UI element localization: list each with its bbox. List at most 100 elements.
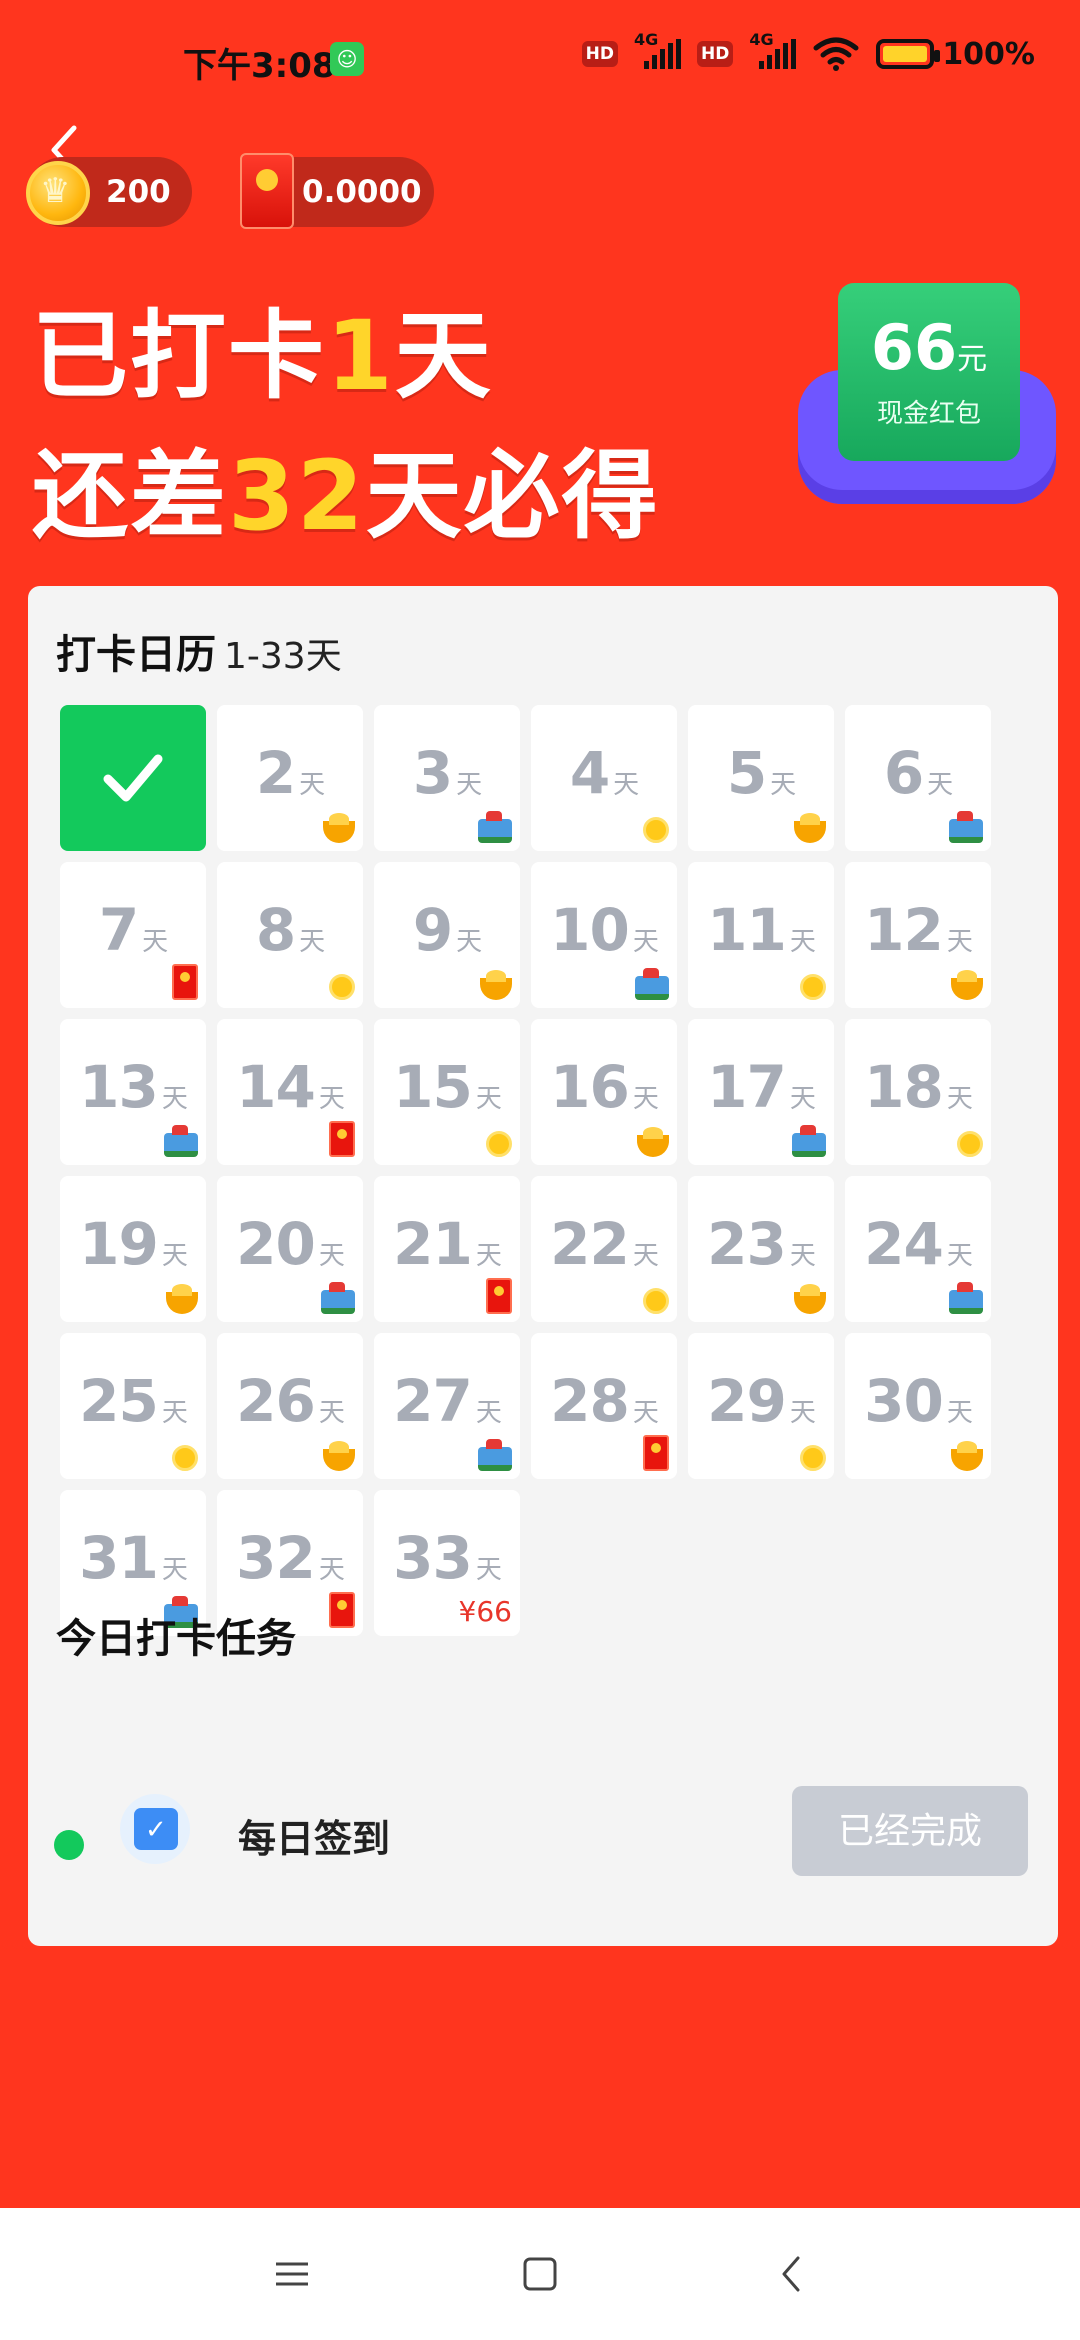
calendar-day-cell: 14 天 [217,1019,363,1165]
wifi-icon [813,37,859,71]
cash-reward-label: ¥66 [458,1595,512,1628]
home-icon[interactable] [510,2248,570,2300]
gold-coin-icon [800,1445,826,1471]
hd-badge: HD [696,41,734,67]
calendar-day-number: 20 天 [236,1210,345,1278]
calendar-day-number: 15 天 [393,1053,502,1121]
checkin-panel: 打卡日历 1-33天 2 天 3 天 4 天 5 天 6 天 7 天 8 天 9 天 10 天 11 天 12 天 13 天 14… [28,586,1058,1946]
coin-balance[interactable]: 200 [26,157,192,227]
calendar-day-cell: 4天 [531,705,677,851]
calendar-day-number: 5天 [726,739,796,807]
red-envelope-icon [643,1435,669,1471]
calendar-day-number: 4天 [569,739,639,807]
calendar-day-number: 19 天 [79,1210,188,1278]
calendar-day-number: 25 天 [79,1367,188,1435]
calendar-day-cell: 19 天 [60,1176,206,1322]
calendar-day-number: 18 天 [864,1053,973,1121]
status-bar: 下午3:08 ☺ HD 4G HD 4G 100% [0,0,1080,120]
gold-ingot-icon [951,970,983,1000]
remaining-days-headline: 还差32天必得 [32,440,660,552]
calendar-day-number: 7天 [98,896,168,964]
task-complete-button[interactable]: 已经完成 [792,1786,1028,1876]
calendar-day-number: 11 天 [707,896,816,964]
app-notification-icon: ☺ [330,42,364,76]
gold-coin-icon [643,1288,669,1314]
network-type: 4G [749,30,774,49]
treasure-icon [164,1125,198,1157]
network-type: 4G [633,30,659,49]
check-icon [103,754,163,802]
remaining-days: 32 [228,440,366,552]
gold-coin-icon [329,974,355,1000]
signal-icon: 4G [634,30,681,69]
calendar-day-cell: 8天 [217,862,363,1008]
status-time: 下午3:08 [183,46,336,86]
calendar-day-cell: 23 天 [688,1176,834,1322]
calendar-day-cell: 18 天 [845,1019,991,1165]
gold-coin-icon [957,1131,983,1157]
calendar-day-number: 6天 [883,739,953,807]
treasure-icon [949,1282,983,1314]
calendar-day-number: 23 天 [707,1210,816,1278]
gold-coin-icon [486,1131,512,1157]
calendar-day-number: 9天 [412,896,482,964]
status-indicators: HD 4G HD 4G 100% [581,30,1035,72]
gold-ingot-icon [480,970,512,1000]
calendar-day-number: 26 天 [236,1367,345,1435]
calendar-check-icon [120,1794,190,1864]
calendar-day-cell: 21 天 [374,1176,520,1322]
gold-ingot-icon [794,813,826,843]
calendar-day-number: 31 天 [79,1524,188,1592]
calendar-day-cell: 33 天 ¥66 [374,1490,520,1636]
calendar-day-number: 14 天 [236,1053,345,1121]
calendar-day-cell: 13 天 [60,1019,206,1165]
task-section-title: 今日打卡任务 [56,1616,296,1662]
calendar-day-cell: 30 天 [845,1333,991,1479]
cash-balance[interactable]: 0.0000 [240,153,434,229]
calendar-day-number: 22 天 [550,1210,659,1278]
red-envelope-icon [172,964,198,1000]
calendar-day-cell: 20 天 [217,1176,363,1322]
treasure-icon [949,811,983,843]
calendar-day-number: 16 天 [550,1053,659,1121]
calendar-day-number: 28 天 [550,1367,659,1435]
calendar-day-number: 32 天 [236,1524,345,1592]
calendar-day-number: 33 天 [393,1524,502,1592]
calendar-day-number: 29 天 [707,1367,816,1435]
calendar-day-cell: 29 天 [688,1333,834,1479]
calendar-day-cell: 26 天 [217,1333,363,1479]
calendar-day-cell [60,705,206,851]
prize-amount: 66元 [870,311,988,384]
calendar-title: 打卡日历 1-33天 [56,632,342,678]
calendar-day-cell: 25 天 [60,1333,206,1479]
calendar-day-cell: 2天 [217,705,363,851]
calendar-day-number: 12 天 [864,896,973,964]
calendar-day-cell: 6天 [845,705,991,851]
gold-ingot-icon [794,1284,826,1314]
red-envelope-icon [240,153,294,229]
gold-coin-icon [172,1445,198,1471]
back-nav-icon[interactable] [762,2248,822,2300]
calendar-day-cell: 27 天 [374,1333,520,1479]
treasure-icon [792,1125,826,1157]
calendar-day-cell: 5天 [688,705,834,851]
treasure-icon [321,1282,355,1314]
calendar-day-number: 10 天 [550,896,659,964]
gold-ingot-icon [637,1127,669,1157]
menu-icon[interactable] [262,2248,322,2300]
treasure-icon [478,811,512,843]
calendar-day-cell: 17 天 [688,1019,834,1165]
red-envelope-icon [329,1121,355,1157]
calendar-day-number: 3天 [412,739,482,807]
cash-value: 0.0000 [302,174,422,210]
gold-coin-icon [643,817,669,843]
checked-days: 1 [326,300,395,412]
red-envelope-icon [486,1278,512,1314]
battery-icon [876,39,941,69]
calendar-day-cell: 16 天 [531,1019,677,1165]
signal-icon: 4G [749,30,797,69]
calendar-day-cell: 11 天 [688,862,834,1008]
calendar-day-cell: 28 天 [531,1333,677,1479]
red-envelope-icon [329,1592,355,1628]
calendar-day-number: 13 天 [79,1053,188,1121]
